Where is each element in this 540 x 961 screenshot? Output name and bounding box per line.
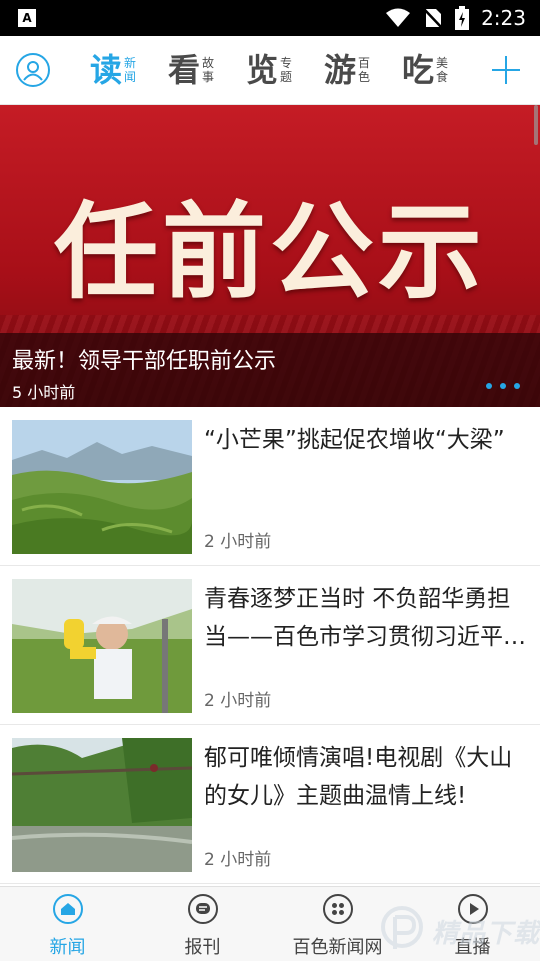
news-title: 青春逐梦正当时 不负韶华勇担当——百色市学习贯彻习近平… — [204, 586, 526, 650]
tab-small-label: 专题 — [280, 56, 293, 84]
grid-icon — [322, 894, 353, 924]
top-nav: 读 新闻 看 故事 览 专题 游 百色 吃 美食 — [0, 36, 540, 105]
news-title: 郁可唯倾情演唱!电视剧《大山的女儿》主题曲温情上线! — [204, 745, 513, 809]
carousel-dot[interactable] — [514, 383, 520, 389]
tab-watch-story[interactable]: 看 故事 — [168, 50, 216, 90]
scrollbar — [534, 105, 538, 145]
news-list: “小芒果”挑起促农增收“大梁” 2 小时前 青春逐梦正当时 不负韶华勇担当——百… — [0, 407, 540, 884]
tab-big-char: 吃 — [402, 51, 435, 89]
bottom-tab-news[interactable]: 新闻 — [0, 887, 135, 961]
banner-caption: 最新！领导干部任职前公示 5 小时前 — [0, 333, 540, 407]
news-item[interactable]: 青春逐梦正当时 不负韶华勇担当——百色市学习贯彻习近平… 2 小时前 — [0, 566, 540, 725]
banner-headline: 任前公示 — [53, 191, 486, 313]
news-thumbnail — [12, 579, 192, 713]
status-icons: 2:23 — [385, 0, 526, 36]
news-thumbnail — [12, 738, 192, 872]
no-sim-icon — [423, 8, 443, 29]
bottom-tab-label: 报刊 — [184, 937, 221, 958]
news-time: 2 小时前 — [204, 532, 272, 552]
bottom-tab-newspaper[interactable]: 报刊 — [135, 887, 270, 961]
notification-icon: A — [18, 9, 36, 27]
tab-browse-topics[interactable]: 览 专题 — [246, 50, 294, 90]
news-title: “小芒果”挑起促农增收“大梁” — [204, 427, 505, 453]
tab-big-char: 览 — [246, 51, 279, 89]
tab-eat-food[interactable]: 吃 美食 — [402, 50, 450, 90]
news-thumbnail — [12, 420, 192, 554]
news-time: 2 小时前 — [204, 691, 272, 711]
banner-time: 5 小时前 — [12, 383, 76, 402]
tab-travel-baise[interactable]: 游 百色 — [324, 50, 372, 90]
status-bar: A 2:23 — [0, 0, 540, 36]
home-icon — [52, 894, 83, 924]
tab-big-char: 读 — [90, 51, 123, 89]
tab-big-char: 游 — [324, 51, 357, 89]
newspaper-icon — [187, 894, 218, 924]
tab-big-char: 看 — [168, 51, 201, 89]
banner-carousel[interactable]: 任前公示 最新！领导干部任职前公示 5 小时前 — [0, 105, 540, 407]
clock: 2:23 — [481, 6, 526, 30]
battery-icon — [455, 6, 470, 30]
watermark-text: 精品下载 — [432, 919, 540, 949]
watermark-logo-icon — [381, 906, 423, 949]
news-item[interactable]: 郁可唯倾情演唱!电视剧《大山的女儿》主题曲温情上线! 2 小时前 — [0, 725, 540, 884]
user-icon — [23, 61, 43, 81]
carousel-indicator — [486, 383, 520, 389]
tab-small-label: 美食 — [436, 56, 449, 84]
wifi-icon — [386, 8, 411, 27]
tab-read-news[interactable]: 读 新闻 — [90, 50, 138, 90]
news-time: 2 小时前 — [204, 850, 272, 870]
banner-title[interactable]: 最新！领导干部任职前公示 — [12, 343, 276, 375]
tab-small-label: 百色 — [358, 56, 371, 84]
carousel-dot[interactable] — [500, 383, 506, 389]
bottom-tab-label: 新闻 — [49, 937, 86, 958]
tab-small-label: 新闻 — [124, 56, 137, 84]
news-item[interactable]: “小芒果”挑起促农增收“大梁” 2 小时前 — [0, 407, 540, 566]
user-avatar-button[interactable] — [16, 53, 50, 87]
watermark: 精品下载 — [380, 905, 540, 960]
add-channel-button[interactable] — [492, 56, 520, 84]
tab-small-label: 故事 — [202, 56, 215, 84]
carousel-dot[interactable] — [486, 383, 492, 389]
